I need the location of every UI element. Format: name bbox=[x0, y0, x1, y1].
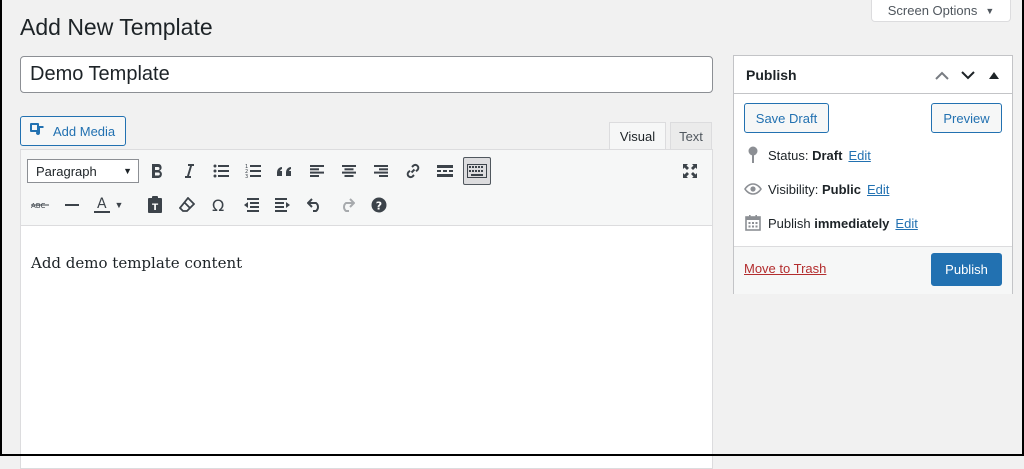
svg-text:Ω: Ω bbox=[212, 197, 224, 213]
page-title: Add New Template bbox=[20, 14, 213, 40]
screen-options-label: Screen Options bbox=[887, 3, 978, 18]
publish-box-footer: Move to Trash Publish bbox=[734, 246, 1012, 294]
fullscreen-icon[interactable] bbox=[676, 157, 704, 185]
text-color-icon[interactable]: A bbox=[90, 191, 114, 219]
outdent-icon[interactable] bbox=[237, 191, 265, 219]
editor-content-area[interactable]: Add demo template content bbox=[21, 226, 712, 300]
editor-content-text: Add demo template content bbox=[31, 254, 243, 272]
schedule-edit-link[interactable]: Edit bbox=[895, 216, 917, 231]
move-to-trash-link[interactable]: Move to Trash bbox=[744, 261, 826, 276]
svg-text:T: T bbox=[152, 203, 159, 213]
svg-text:ABC: ABC bbox=[31, 202, 45, 210]
link-icon[interactable] bbox=[399, 157, 427, 185]
tab-text-label: Text bbox=[679, 129, 703, 144]
add-media-label: Add Media bbox=[53, 123, 116, 139]
pin-icon bbox=[744, 146, 762, 164]
publish-box-controls bbox=[934, 66, 1002, 84]
caret-down-icon[interactable]: ▼ bbox=[112, 191, 126, 219]
title-input[interactable]: Demo Template bbox=[20, 56, 713, 93]
title-input-value: Demo Template bbox=[30, 63, 170, 85]
eye-icon bbox=[744, 180, 762, 198]
toolbar-row-2: ABC A ▼ T Ω ? bbox=[21, 190, 712, 222]
read-more-icon[interactable] bbox=[431, 157, 459, 185]
status-label: Status: Draft bbox=[768, 147, 843, 163]
redo-icon[interactable] bbox=[333, 191, 361, 219]
visibility-edit-link[interactable]: Edit bbox=[867, 182, 889, 197]
status-value: Draft bbox=[812, 147, 843, 163]
editor-toolbar: Paragraph ▼ 123 ABC A ▼ T Ω ? bbox=[21, 150, 712, 226]
strikethrough-icon[interactable]: ABC bbox=[26, 191, 54, 219]
calendar-icon bbox=[744, 214, 762, 232]
publish-box-title: Publish bbox=[746, 66, 797, 83]
format-select[interactable]: Paragraph ▼ bbox=[27, 159, 139, 183]
move-up-icon[interactable] bbox=[934, 66, 950, 84]
tab-text[interactable]: Text bbox=[670, 122, 712, 150]
toolbar-row-1: Paragraph ▼ 123 bbox=[21, 156, 712, 188]
svg-text:3: 3 bbox=[245, 174, 248, 178]
caret-down-icon: ▼ bbox=[123, 166, 132, 176]
clear-formatting-icon[interactable] bbox=[173, 191, 201, 219]
bold-icon[interactable] bbox=[143, 157, 171, 185]
toolbar-toggle-icon[interactable] bbox=[463, 157, 491, 185]
indent-icon[interactable] bbox=[269, 191, 297, 219]
help-icon[interactable]: ? bbox=[365, 191, 393, 219]
visibility-row: Visibility: Public Edit bbox=[744, 179, 889, 199]
tab-visual-label: Visual bbox=[619, 129, 656, 144]
save-draft-button[interactable]: Save Draft bbox=[744, 103, 829, 133]
preview-label: Preview bbox=[943, 110, 990, 126]
preview-button[interactable]: Preview bbox=[931, 103, 1002, 133]
align-right-icon[interactable] bbox=[367, 157, 395, 185]
svg-text:?: ? bbox=[376, 200, 382, 213]
schedule-value: immediately bbox=[814, 215, 890, 231]
align-center-icon[interactable] bbox=[335, 157, 363, 185]
move-down-icon[interactable] bbox=[960, 66, 976, 84]
status-row: Status: Draft Edit bbox=[744, 145, 871, 165]
numbered-list-icon[interactable]: 123 bbox=[239, 157, 267, 185]
special-character-icon[interactable]: Ω bbox=[205, 191, 233, 219]
schedule-label: Publish immediately bbox=[768, 215, 890, 231]
media-icon bbox=[29, 122, 47, 141]
bulleted-list-icon[interactable] bbox=[207, 157, 235, 185]
align-left-icon[interactable] bbox=[303, 157, 331, 185]
tab-visual[interactable]: Visual bbox=[609, 122, 666, 150]
schedule-row: Publish immediately Edit bbox=[744, 213, 918, 233]
horizontal-line-icon[interactable] bbox=[58, 191, 86, 219]
visibility-value: Public bbox=[821, 181, 861, 197]
screen-options-toggle[interactable]: Screen Options ▼ bbox=[871, 0, 1011, 22]
status-edit-link[interactable]: Edit bbox=[848, 148, 870, 163]
publish-button[interactable]: Publish bbox=[931, 253, 1002, 286]
undo-icon[interactable] bbox=[301, 191, 329, 219]
content-editor: Paragraph ▼ 123 ABC A ▼ T Ω ? Add demo t… bbox=[20, 149, 713, 469]
collapse-toggle-icon[interactable] bbox=[986, 66, 1002, 84]
save-draft-label: Save Draft bbox=[755, 110, 818, 126]
format-select-value: Paragraph bbox=[36, 163, 97, 179]
caret-down-icon: ▼ bbox=[985, 5, 995, 16]
paste-text-icon[interactable]: T bbox=[141, 191, 169, 219]
add-media-button[interactable]: Add Media bbox=[20, 116, 126, 146]
publish-box: Publish Save Draft Preview Status: Draft… bbox=[733, 55, 1013, 294]
visibility-label: Visibility: Public bbox=[768, 181, 861, 197]
publish-button-label: Publish bbox=[945, 262, 988, 277]
publish-box-header: Publish bbox=[734, 56, 1012, 94]
blockquote-icon[interactable] bbox=[271, 157, 299, 185]
italic-icon[interactable] bbox=[175, 157, 203, 185]
svg-text:A: A bbox=[97, 196, 107, 212]
